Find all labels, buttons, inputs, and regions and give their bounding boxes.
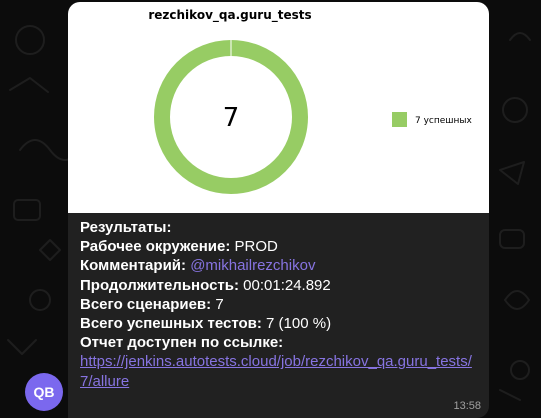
message-timestamp: 13:58: [453, 400, 481, 412]
legend-label-0: 7 успешных: [415, 116, 473, 126]
comment-label: Комментарий:: [80, 257, 187, 275]
duration-label: Продолжительность:: [80, 276, 239, 294]
avatar-initials: QB: [33, 384, 55, 400]
scenarios-value: 7: [215, 295, 224, 313]
results-heading: Результаты:: [80, 219, 172, 236]
message-bubble: rezchikov_qa.guru_tests 77 успешных Резу…: [68, 2, 489, 418]
duration-value: 00:01:24.892: [243, 276, 331, 294]
passed-label: Всего успешных тестов:: [80, 315, 262, 333]
chart-image[interactable]: rezchikov_qa.guru_tests 77 успешных: [68, 2, 489, 213]
legend-swatch-0: [392, 112, 407, 127]
passed-value: 7 (100 %): [266, 315, 332, 333]
env-value: PROD: [234, 238, 278, 256]
message-text: Результаты: Рабочее окружение: PROD Комм…: [80, 218, 480, 391]
sender-avatar[interactable]: QB: [25, 373, 63, 411]
report-link[interactable]: https://jenkins.autotests.cloud/job/rezc…: [80, 352, 484, 390]
user-mention-link[interactable]: @mikhailrezchikov: [190, 257, 315, 274]
chart-svg: 7 7 успешных: [154, 40, 473, 194]
scenarios-label: Всего сценариев:: [80, 295, 212, 313]
chart-center-label: 7: [223, 103, 240, 133]
report-label: Отчет доступен по ссылке:: [80, 334, 284, 352]
env-label: Рабочее окружение:: [80, 238, 231, 256]
